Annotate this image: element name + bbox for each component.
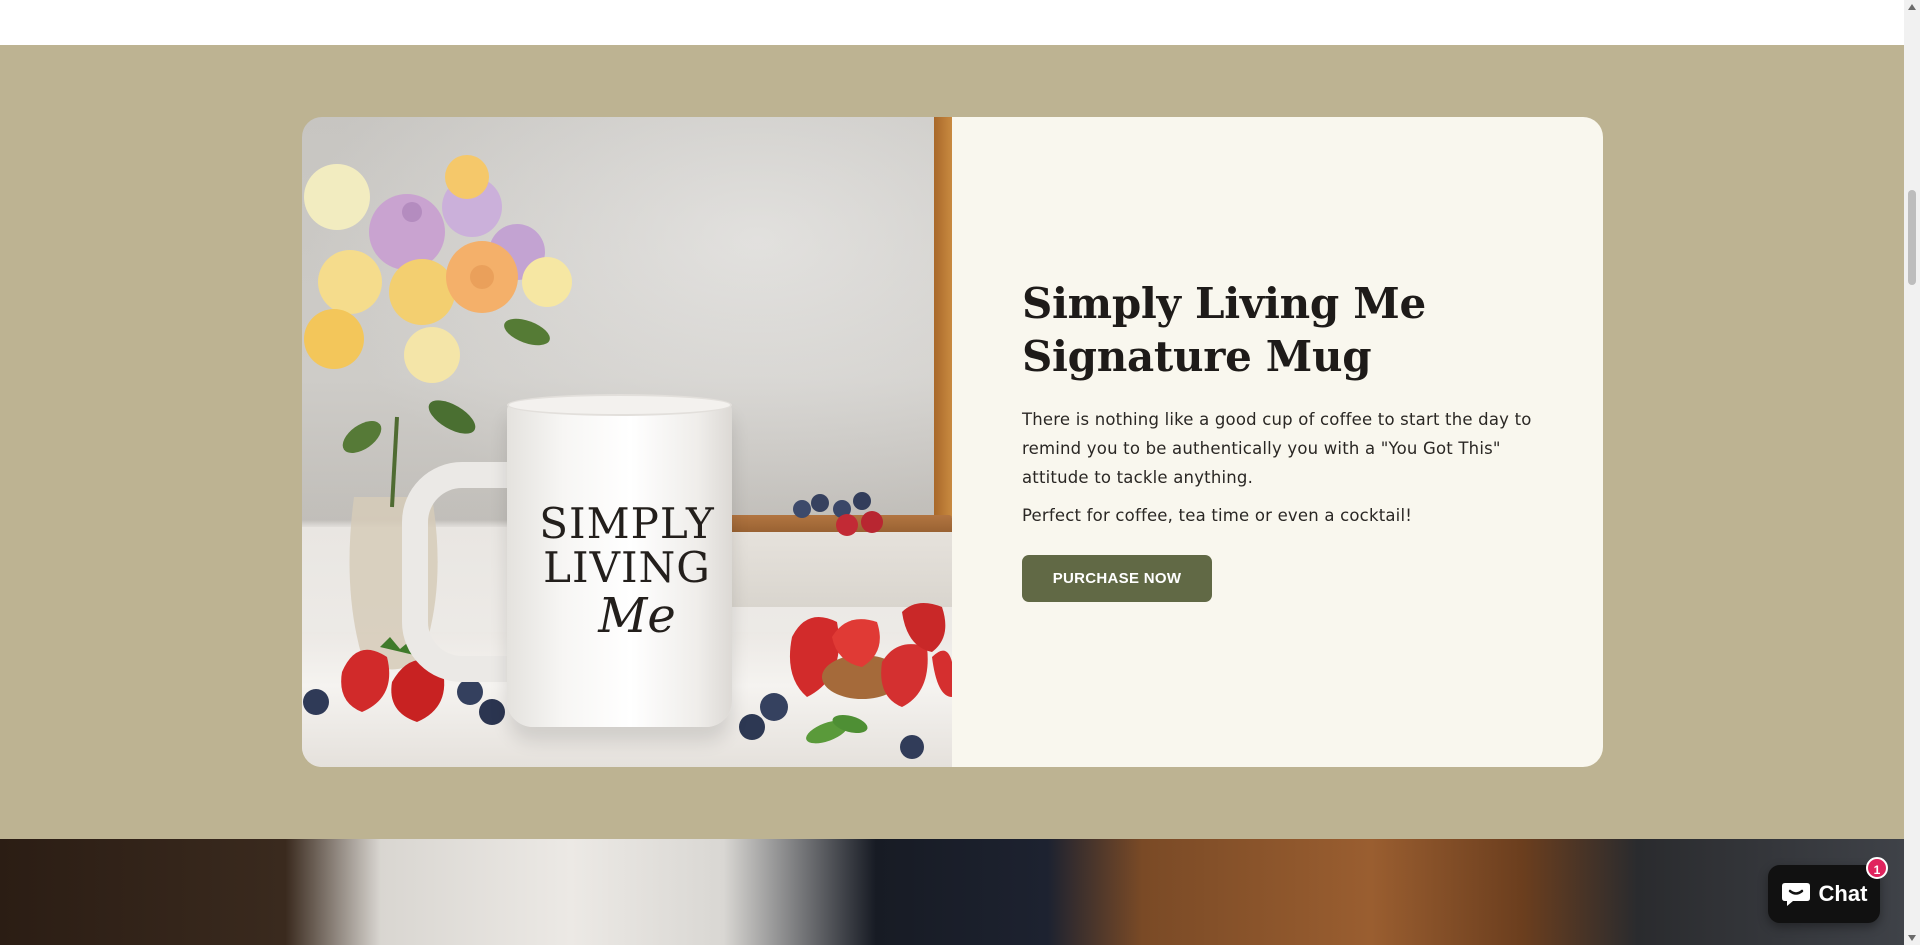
featured-product-section: SIMPLY LIVING Me Simply Living Me Signat… bbox=[0, 45, 1904, 839]
purchase-now-button[interactable]: PURCHASE NOW bbox=[1022, 555, 1212, 602]
mug: SIMPLY LIVING Me bbox=[507, 394, 732, 727]
product-title: Simply Living Me Signature Mug bbox=[1022, 277, 1533, 383]
chat-bubble-icon bbox=[1781, 881, 1811, 907]
chat-label: Chat bbox=[1818, 881, 1868, 906]
chat-button[interactable]: Chat bbox=[1768, 865, 1880, 923]
mug-print-line1: SIMPLY bbox=[539, 499, 715, 548]
mug-print-line2: LIVING bbox=[543, 543, 711, 592]
page-scrollbar[interactable] bbox=[1904, 0, 1920, 945]
product-title-line1: Simply Living Me bbox=[1022, 279, 1426, 328]
mug-print-line3: Me bbox=[598, 588, 676, 644]
product-text-panel: Simply Living Me Signature Mug There is … bbox=[952, 117, 1603, 767]
mug-print: SIMPLY LIVING Me bbox=[527, 499, 727, 644]
featured-product-card: SIMPLY LIVING Me Simply Living Me Signat… bbox=[302, 117, 1603, 767]
chat-notification-badge: 1 bbox=[1866, 857, 1888, 879]
scroll-up-icon[interactable] bbox=[1908, 4, 1916, 10]
scroll-thumb[interactable] bbox=[1908, 190, 1916, 285]
product-description: There is nothing like a good cup of coff… bbox=[1022, 410, 1532, 487]
top-spacer bbox=[0, 0, 1904, 45]
next-section-photo bbox=[0, 839, 1904, 945]
product-title-line2: Signature Mug bbox=[1022, 332, 1372, 381]
product-tagline: Perfect for coffee, tea time or even a c… bbox=[1022, 506, 1413, 525]
product-image: SIMPLY LIVING Me bbox=[302, 117, 952, 767]
page: SIMPLY LIVING Me Simply Living Me Signat… bbox=[0, 0, 1920, 945]
mug-handle bbox=[402, 462, 517, 682]
scroll-down-icon[interactable] bbox=[1908, 935, 1916, 941]
